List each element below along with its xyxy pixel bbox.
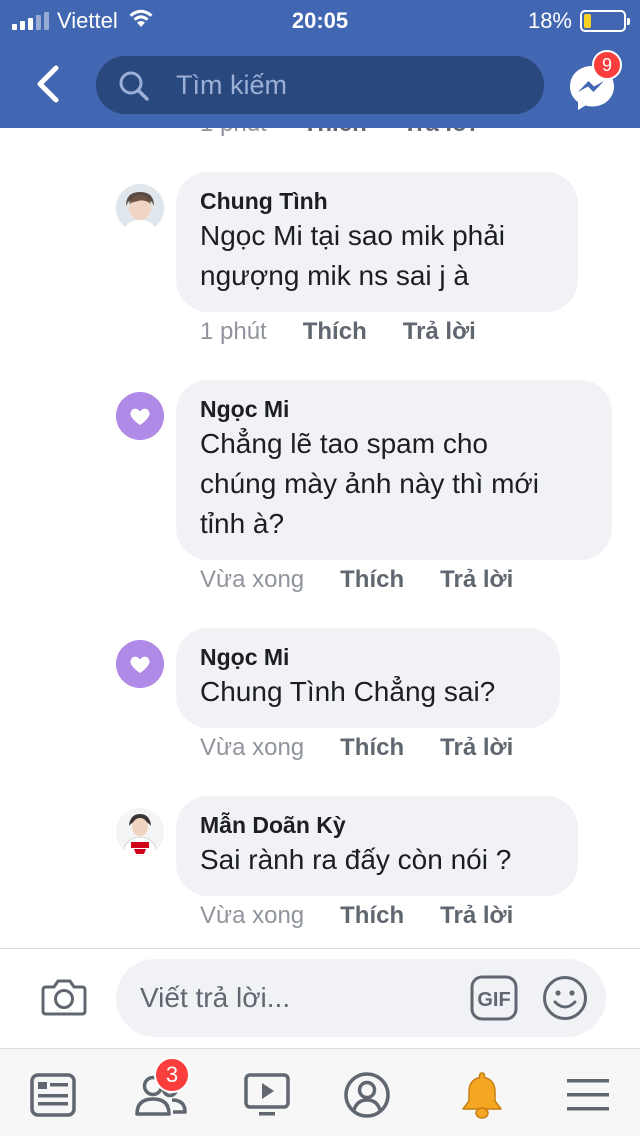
reply-input[interactable] (140, 959, 460, 1037)
tab-menu[interactable] (556, 1063, 620, 1127)
camera-icon (41, 979, 87, 1016)
battery-fill (584, 14, 591, 28)
avatar[interactable] (116, 640, 164, 688)
heart-avatar-icon (116, 640, 164, 688)
messenger-badge: 9 (592, 50, 622, 80)
comment-text-line: tỉnh à? (200, 508, 285, 539)
reply-composer: GIF (0, 948, 640, 1048)
like-button[interactable]: Thích (303, 128, 367, 138)
comment-bubble[interactable]: Mẫn Doãn Kỳ Sai rành ra đấy còn nói ? (176, 796, 578, 896)
comment-actions: Vừa xong Thích Trả lời (200, 902, 513, 930)
app-header: Viettel 20:05 18% Tìm kiếm 9 (0, 0, 640, 128)
comment-text-line: Sai rành ra đấy còn nói ? (200, 844, 512, 875)
like-button[interactable]: Thích (340, 734, 404, 762)
bottom-tab-bar: 3 (0, 1048, 640, 1136)
reply-button[interactable]: Trả lời (440, 566, 513, 594)
user-photo-icon (116, 184, 164, 232)
search-icon (119, 71, 149, 101)
battery-icon (580, 10, 630, 32)
comment-time: Vừa xong (200, 734, 305, 761)
avatar[interactable] (116, 808, 164, 856)
comment-bubble[interactable]: Ngọc Mi Chung Tình Chẳng sai? (176, 628, 560, 728)
comment-author[interactable]: Chung Tình (200, 186, 554, 216)
back-button[interactable] (26, 60, 70, 108)
tab-notifications[interactable] (450, 1063, 514, 1127)
heart-avatar-icon (116, 392, 164, 440)
comment-text-line: Ngọc Mi tại sao mik phải (200, 220, 506, 251)
gif-button[interactable]: GIF (470, 975, 518, 1026)
chevron-left-icon (37, 65, 59, 103)
reply-button[interactable]: Trả lời (440, 734, 513, 762)
reply-button[interactable]: Trả lời (440, 902, 513, 930)
avatar[interactable] (116, 392, 164, 440)
comment-actions: Vừa xong Thích Trả lời (200, 734, 513, 762)
messenger-button[interactable]: 9 (566, 50, 622, 114)
camera-button[interactable] (40, 977, 88, 1022)
avatar[interactable] (116, 184, 164, 232)
gif-label: GIF (477, 989, 510, 1011)
tab-news-feed[interactable] (21, 1063, 85, 1127)
comment-actions: Vừa xong Thích Trả lời (200, 566, 513, 594)
comment-text-line: Chung Tình Chẳng sai? (200, 676, 496, 707)
notifications-bell-icon (462, 1072, 502, 1119)
user-photo-icon (116, 808, 164, 856)
comment-time: Vừa xong (200, 566, 305, 593)
comment-author[interactable]: Mẫn Doãn Kỳ (200, 810, 554, 840)
search-input[interactable] (176, 56, 526, 114)
menu-icon (567, 1079, 609, 1111)
search-bar[interactable] (96, 56, 544, 114)
battery-status: 18% (527, 8, 630, 34)
status-bar: Viettel 20:05 18% (0, 0, 640, 40)
friends-badge: 3 (154, 1057, 190, 1093)
news-feed-icon (30, 1073, 76, 1117)
comment-text-line: Chẳng lẽ tao spam cho (200, 428, 488, 459)
comment-bubble[interactable]: Ngọc Mi Chẳng lẽ tao spam cho chúng mày … (176, 380, 612, 560)
comment-bubble[interactable]: Chung Tình Ngọc Mi tại sao mik phải ngượ… (176, 172, 578, 312)
comment-time: Vừa xong (200, 902, 305, 929)
battery-percent: 18% (527, 8, 572, 33)
profile-icon (344, 1072, 390, 1118)
comment-text-line: chúng mày ảnh này thì mới (200, 468, 539, 499)
gif-icon: GIF (470, 975, 518, 1021)
comment-text-line: ngượng mik ns sai j à (200, 260, 469, 291)
comment-thread: 1 phút Thích Trả lời Chung Tình Ngọc Mi … (0, 128, 640, 948)
comment-time: 1 phút (200, 128, 267, 138)
emoji-button[interactable] (542, 975, 588, 1026)
comment-author[interactable]: Ngọc Mi (200, 642, 536, 672)
comment-author[interactable]: Ngọc Mi (200, 394, 588, 424)
reply-button[interactable]: Trả lời (403, 128, 476, 138)
like-button[interactable]: Thích (340, 566, 404, 594)
tab-friends[interactable]: 3 (128, 1057, 192, 1127)
comment-actions-cutoff: 1 phút Thích Trả lời (200, 128, 476, 138)
reply-button[interactable]: Trả lời (403, 318, 476, 346)
like-button[interactable]: Thích (303, 318, 367, 346)
like-button[interactable]: Thích (340, 902, 404, 930)
tab-watch[interactable] (235, 1063, 299, 1127)
watch-icon (244, 1073, 290, 1116)
smiley-icon (543, 976, 587, 1020)
tab-profile[interactable] (335, 1063, 399, 1127)
comment-time: 1 phút (200, 318, 267, 345)
comment-actions: 1 phút Thích Trả lời (200, 318, 476, 346)
reply-field[interactable]: GIF (116, 959, 606, 1037)
